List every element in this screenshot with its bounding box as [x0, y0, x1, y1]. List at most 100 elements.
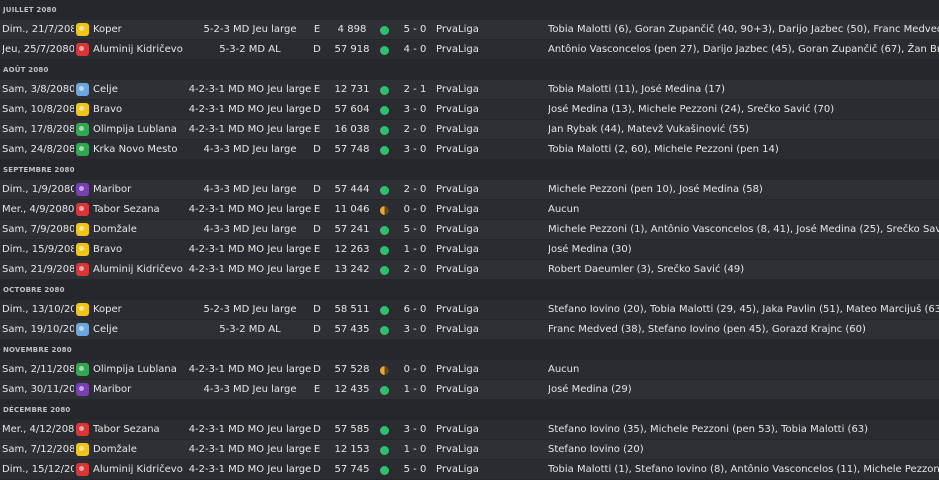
competition-link[interactable]: PrvaLiga: [436, 80, 516, 100]
score-link[interactable]: 1 - 0: [396, 380, 434, 400]
score-link[interactable]: 5 - 0: [396, 20, 434, 40]
score-link[interactable]: 2 - 0: [396, 180, 434, 200]
venue-label: E: [313, 244, 321, 255]
opponent-link[interactable]: Celje: [93, 320, 188, 340]
score-link[interactable]: 3 - 0: [396, 320, 434, 340]
competition-link[interactable]: PrvaLiga: [436, 220, 516, 240]
result-icon: [380, 20, 392, 40]
venue-label: D: [313, 184, 321, 195]
match-date: Jeu, 25/7/2080: [2, 44, 74, 55]
attendance-value: 57 444: [334, 184, 370, 195]
club-badge-icon: [76, 300, 90, 320]
competition-link[interactable]: PrvaLiga: [436, 320, 516, 340]
crest-icon: [76, 223, 89, 236]
score-link[interactable]: 1 - 0: [396, 440, 434, 460]
venue-label: D: [313, 324, 321, 335]
competition-link[interactable]: PrvaLiga: [436, 240, 516, 260]
fixture-row[interactable]: Dim., 21/7/2080 Koper 5-2-3 MD Jeu large E 4…: [0, 20, 939, 40]
score-link[interactable]: 5 - 0: [396, 460, 434, 480]
opponent-link[interactable]: Domžale: [93, 440, 188, 460]
opponent-link[interactable]: Bravo: [93, 100, 188, 120]
opponent-link[interactable]: Olimpija Lublana: [93, 120, 188, 140]
opponent-link[interactable]: Maribor: [93, 180, 188, 200]
win-dot-icon: [380, 426, 389, 435]
fixture-row[interactable]: Sam, 17/8/2080 Olimpija Lublana 4-2-3-1 MD…: [0, 120, 939, 140]
competition-link[interactable]: PrvaLiga: [436, 440, 516, 460]
score-link[interactable]: 4 - 0: [396, 40, 434, 60]
fixture-row[interactable]: Dim., 13/10/2080 Koper 5-2-3 MD Jeu large D…: [0, 300, 939, 320]
fixture-row[interactable]: Jeu, 25/7/2080 Aluminij Kidričevo 5-3-2 MD…: [0, 40, 939, 60]
opponent-link[interactable]: Aluminij Kidričevo: [93, 40, 188, 60]
crest-icon: [76, 83, 89, 96]
tactic-label: 4-2-3-1 MD MO Jeu large: [188, 444, 312, 455]
score-link[interactable]: 2 - 0: [396, 260, 434, 280]
score-link[interactable]: 3 - 0: [396, 420, 434, 440]
venue-label: D: [313, 304, 321, 315]
fixture-row[interactable]: Sam, 7/12/2080 Domžale 4-2-3-1 MD MO Jeu l…: [0, 440, 939, 460]
goalscorers-list: Aucun: [548, 364, 580, 375]
fixture-row[interactable]: Sam, 10/8/2080 Bravo 4-2-3-1 MD MO Jeu lar…: [0, 100, 939, 120]
fixture-row[interactable]: Sam, 30/11/2080 Maribor 4-3-3 MD Jeu large…: [0, 380, 939, 400]
competition-link[interactable]: PrvaLiga: [436, 20, 516, 40]
opponent-link[interactable]: Domžale: [93, 220, 188, 240]
opponent-link[interactable]: Tabor Sezana: [93, 420, 188, 440]
goalscorers-list: Jan Rybak (44), Matevž Vukašinović (55): [548, 124, 750, 135]
crest-icon: [76, 443, 89, 456]
competition-link[interactable]: PrvaLiga: [436, 180, 516, 200]
competition-link[interactable]: PrvaLiga: [436, 140, 516, 160]
competition-link[interactable]: PrvaLiga: [436, 460, 516, 480]
competition-link[interactable]: PrvaLiga: [436, 100, 516, 120]
match-date: Sam, 3/8/2080: [2, 84, 74, 95]
opponent-link[interactable]: Krka Novo Mesto: [93, 140, 188, 160]
competition-link[interactable]: PrvaLiga: [436, 200, 516, 220]
match-date: Sam, 21/9/2080: [2, 264, 74, 275]
match-date: Dim., 15/9/2080: [2, 244, 74, 255]
score-link[interactable]: 6 - 0: [396, 300, 434, 320]
attendance-value: 12 435: [334, 384, 370, 395]
score-link[interactable]: 0 - 0: [396, 360, 434, 380]
opponent-link[interactable]: Olimpija Lublana: [93, 360, 188, 380]
score-link[interactable]: 1 - 0: [396, 240, 434, 260]
fixture-row[interactable]: Sam, 3/8/2080 Celje 4-2-3-1 MD MO Jeu larg…: [0, 80, 939, 100]
month-header: OCTOBRE 2080: [0, 280, 939, 300]
fixture-row[interactable]: Sam, 7/9/2080 Domžale 4-3-3 MD Jeu large D 5…: [0, 220, 939, 240]
result-icon: [380, 380, 392, 400]
fixture-row[interactable]: Sam, 21/9/2080 Aluminij Kidričevo 4-2-3-1 …: [0, 260, 939, 280]
attendance-value: 58 511: [334, 304, 370, 315]
competition-link[interactable]: PrvaLiga: [436, 360, 516, 380]
opponent-link[interactable]: Bravo: [93, 240, 188, 260]
fixture-row[interactable]: Dim., 1/9/2080 Maribor 4-3-3 MD Jeu large D…: [0, 180, 939, 200]
competition-link[interactable]: PrvaLiga: [436, 120, 516, 140]
fixture-row[interactable]: Sam, 2/11/2080 Olimpija Lublana 4-2-3-1 MD…: [0, 360, 939, 380]
venue-label: D: [313, 364, 321, 375]
score-link[interactable]: 3 - 0: [396, 100, 434, 120]
score-link[interactable]: 2 - 1: [396, 80, 434, 100]
competition-link[interactable]: PrvaLiga: [436, 260, 516, 280]
crest-icon: [76, 463, 89, 476]
competition-link[interactable]: PrvaLiga: [436, 40, 516, 60]
opponent-link[interactable]: Koper: [93, 20, 188, 40]
fixture-row[interactable]: Dim., 15/9/2080 Bravo4-2-3-1 MD MO Jeu la…: [0, 240, 939, 260]
fixture-row[interactable]: Sam, 24/8/2080 Krka Novo Mesto 4-3-3 MD Je…: [0, 140, 939, 160]
opponent-link[interactable]: Koper: [93, 300, 188, 320]
fixture-row[interactable]: Sam, 19/10/2080 Celje 5-3-2 MD AL D 57 435 3 …: [0, 320, 939, 340]
fixture-row[interactable]: Dim., 15/12/2080 Aluminij Kidričevo4-2-3-…: [0, 460, 939, 480]
score-link[interactable]: 2 - 0: [396, 120, 434, 140]
crest-icon: [76, 103, 89, 116]
draw-dot-icon: [380, 366, 389, 375]
opponent-link[interactable]: Celje: [93, 80, 188, 100]
win-dot-icon: [380, 246, 389, 255]
score-link[interactable]: 5 - 0: [396, 220, 434, 240]
competition-link[interactable]: PrvaLiga: [436, 300, 516, 320]
opponent-link[interactable]: Aluminij Kidričevo: [93, 460, 188, 480]
opponent-link[interactable]: Aluminij Kidričevo: [93, 260, 188, 280]
score-link[interactable]: 3 - 0: [396, 140, 434, 160]
competition-link[interactable]: PrvaLiga: [436, 380, 516, 400]
opponent-link[interactable]: Maribor: [93, 380, 188, 400]
score-link[interactable]: 0 - 0: [396, 200, 434, 220]
opponent-link[interactable]: Tabor Sezana: [93, 200, 188, 220]
fixture-row[interactable]: Mer., 4/12/2080 Tabor Sezana 4-2-3-1 MD MO…: [0, 420, 939, 440]
competition-link[interactable]: PrvaLiga: [436, 420, 516, 440]
attendance-value: 16 038: [334, 124, 370, 135]
fixture-row[interactable]: Mer., 4/9/2080 Tabor Sezana 4-2-3-1 MD MO …: [0, 200, 939, 220]
